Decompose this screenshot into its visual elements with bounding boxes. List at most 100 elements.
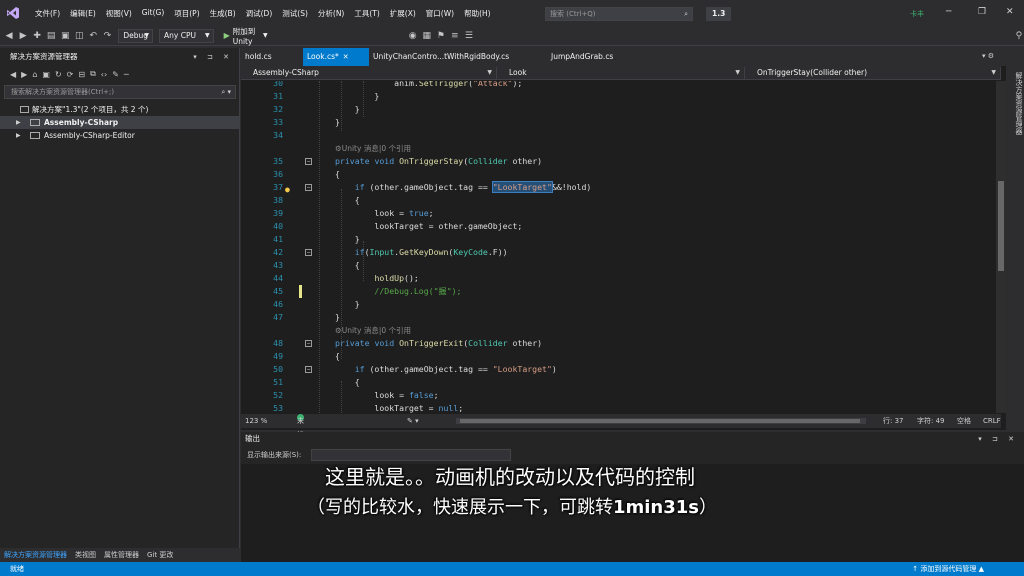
collapse-all-icon[interactable]: ⊟ (78, 70, 85, 79)
menu-git[interactable]: Git(G) (137, 8, 170, 19)
menu-edit[interactable]: 编辑(E) (65, 8, 101, 19)
format-icon[interactable]: ≡ (450, 29, 460, 43)
fold-toggle-icon[interactable]: − (305, 184, 312, 191)
code-line[interactable]: 49 { (241, 350, 996, 363)
solution-root-item[interactable]: 解决方案"1.3"(2 个项目，共 2 个) (0, 103, 239, 116)
code-line[interactable]: 31 } (241, 90, 996, 103)
open-folder-icon[interactable]: ▤ (46, 29, 56, 43)
tab-unitychan-controller[interactable]: UnityChanContro...tWithRgidBody.cs (369, 48, 547, 66)
expand-icon[interactable]: ▶ (16, 116, 21, 129)
class-dropdown[interactable]: Look ▼ (497, 67, 745, 79)
tab-property-manager[interactable]: 属性管理器 (100, 548, 143, 562)
code-line[interactable]: 46 } (241, 298, 996, 311)
minimize-icon[interactable]: ─ (946, 7, 951, 17)
tab-overflow-icon[interactable]: ▾ ⚙ (982, 52, 994, 60)
redo-icon[interactable]: ↷ (102, 29, 112, 43)
add-to-source-control[interactable]: ↑ 添加到源代码管理 ▲ (912, 562, 984, 576)
home-icon[interactable]: ⌂ (32, 70, 37, 79)
bookmark-icon[interactable]: ⚑ (436, 29, 446, 43)
code-line[interactable]: 33} (241, 116, 996, 129)
code-line[interactable]: ⚙Unity 消息|0 个引用 (241, 142, 996, 155)
code-line[interactable]: 41 } (241, 233, 996, 246)
tab-solution-explorer[interactable]: 解决方案资源管理器 (0, 548, 71, 562)
menu-view[interactable]: 视图(V) (101, 8, 137, 19)
tab-class-view[interactable]: 类视图 (71, 548, 100, 562)
attach-unity-button[interactable]: ▶ 附加到 Unity ▼ (224, 26, 268, 46)
show-all-icon[interactable]: ⧉ (90, 69, 96, 79)
menu-file[interactable]: 文件(F) (30, 8, 65, 19)
user-account[interactable]: 卡丰 (910, 9, 924, 19)
zoom-level[interactable]: 123 % (245, 414, 267, 428)
new-project-icon[interactable]: ✚ (32, 29, 42, 43)
code-line[interactable]: 39 look = true; (241, 207, 996, 220)
code-line[interactable]: 47} (241, 311, 996, 324)
code-line[interactable]: 53 lookTarget = null; (241, 402, 996, 413)
project-dropdown[interactable]: Assembly-CSharp ▼ (241, 67, 497, 79)
panel-pin-close-icon[interactable]: ▾ ⊐ ✕ (978, 432, 1018, 446)
code-area[interactable]: 30 anim.SetTrigger("Attack"); 31 } 32 } 33}… (241, 81, 996, 413)
tab-hold-cs[interactable]: hold.cs (241, 48, 303, 66)
menu-build[interactable]: 生成(B) (205, 8, 241, 19)
switch-view-icon[interactable]: ▣ (42, 70, 50, 79)
brush-icon[interactable]: ✎ ▾ (407, 414, 419, 428)
layout-icon[interactable]: ▦ (422, 29, 432, 43)
code-line[interactable]: 43 { (241, 259, 996, 272)
menu-test[interactable]: 测试(S) (277, 8, 313, 19)
back-icon[interactable]: ◀ (4, 29, 14, 43)
solution-search-input[interactable]: 搜索解决方案资源管理器(Ctrl+;) ⌕ ▾ (4, 85, 236, 99)
menu-extensions[interactable]: 扩展(X) (385, 8, 421, 19)
menu-project[interactable]: 项目(P) (169, 8, 204, 19)
platform-select[interactable]: Any CPU ▼ (159, 28, 214, 43)
menu-analyze[interactable]: 分析(N) (313, 8, 349, 19)
live-share-icon[interactable]: ⚲ (1014, 29, 1024, 43)
global-search-input[interactable]: 搜索 (Ctrl+Q) ⌕ (545, 7, 693, 21)
close-icon[interactable]: ✕ (1006, 7, 1014, 17)
code-line[interactable]: 51 { (241, 376, 996, 389)
refresh-icon[interactable]: ⟳ (67, 70, 74, 79)
eol-mode[interactable]: CRLF (983, 414, 1001, 428)
horizontal-scrollbar[interactable] (456, 418, 866, 424)
code-line[interactable]: 50 if (other.gameObject.tag == "LookTarg… (241, 363, 996, 376)
minus-icon[interactable]: ─ (124, 70, 129, 79)
member-dropdown[interactable]: OnTriggerStay(Collider other) ▼ (745, 67, 1001, 79)
expand-icon[interactable]: ▶ (16, 129, 21, 142)
undo-icon[interactable]: ↶ (88, 29, 98, 43)
project-item-assembly-csharp[interactable]: ▶ Assembly-CSharp (0, 116, 239, 129)
whitespace-mode[interactable]: 空格 (957, 414, 971, 428)
close-tab-icon[interactable]: ✕ (343, 53, 349, 61)
menu-tools[interactable]: 工具(T) (349, 8, 384, 19)
menu-help[interactable]: 帮助(H) (459, 8, 496, 19)
fold-toggle-icon[interactable]: − (305, 340, 312, 347)
code-line[interactable]: 48 private void OnTriggerExit(Collider ot… (241, 337, 996, 350)
tab-look-cs[interactable]: Look.cs* ✕ (303, 48, 369, 66)
right-tool-rail[interactable]: 解决方案资源管理器 (1006, 66, 1024, 430)
panel-pin-close-icon[interactable]: ▾ ⊐ ✕ (193, 48, 233, 66)
properties-icon[interactable]: ✎ (112, 70, 119, 79)
code-line[interactable]: 30 anim.SetTrigger("Attack"); (241, 81, 996, 90)
tab-git-changes[interactable]: Git 更改 (143, 548, 177, 562)
comment-icon[interactable]: ☰ (464, 29, 474, 43)
back-icon[interactable]: ◀ (10, 70, 16, 79)
code-line[interactable]: 40 lookTarget = other.gameObject; (241, 220, 996, 233)
code-line[interactable]: 44 holdUp(); (241, 272, 996, 285)
config-select[interactable]: Debug ▼ (118, 28, 154, 43)
code-line[interactable]: 42 if(Input.GetKeyDown(KeyCode.F)) − (241, 246, 996, 259)
code-line[interactable]: 35 private void OnTriggerStay(Collider ot… (241, 155, 996, 168)
fold-toggle-icon[interactable]: − (305, 366, 312, 373)
code-view-icon[interactable]: ‹› (101, 70, 107, 79)
code-line[interactable]: 36 { (241, 168, 996, 181)
camera-icon[interactable]: ◉ (408, 29, 418, 43)
save-icon[interactable]: ▣ (60, 29, 70, 43)
code-line[interactable]: 45 //Debug.Log("握"); (241, 285, 996, 298)
vertical-scrollbar[interactable] (996, 81, 1006, 413)
output-source-select[interactable] (311, 449, 511, 461)
code-line[interactable]: 38 { (241, 194, 996, 207)
fold-toggle-icon[interactable]: − (305, 249, 312, 256)
save-all-icon[interactable]: ◫ (74, 29, 84, 43)
restore-icon[interactable]: ❐ (978, 7, 986, 17)
project-item-assembly-csharp-editor[interactable]: ▶ Assembly-CSharp-Editor (0, 129, 239, 142)
code-line[interactable]: 34 (241, 129, 996, 142)
code-line[interactable]: ⚙Unity 消息|0 个引用 (241, 324, 996, 337)
code-line[interactable]: 37 if (other.gameObject.tag == "LookTarg… (241, 181, 996, 194)
code-line[interactable]: 32 } (241, 103, 996, 116)
